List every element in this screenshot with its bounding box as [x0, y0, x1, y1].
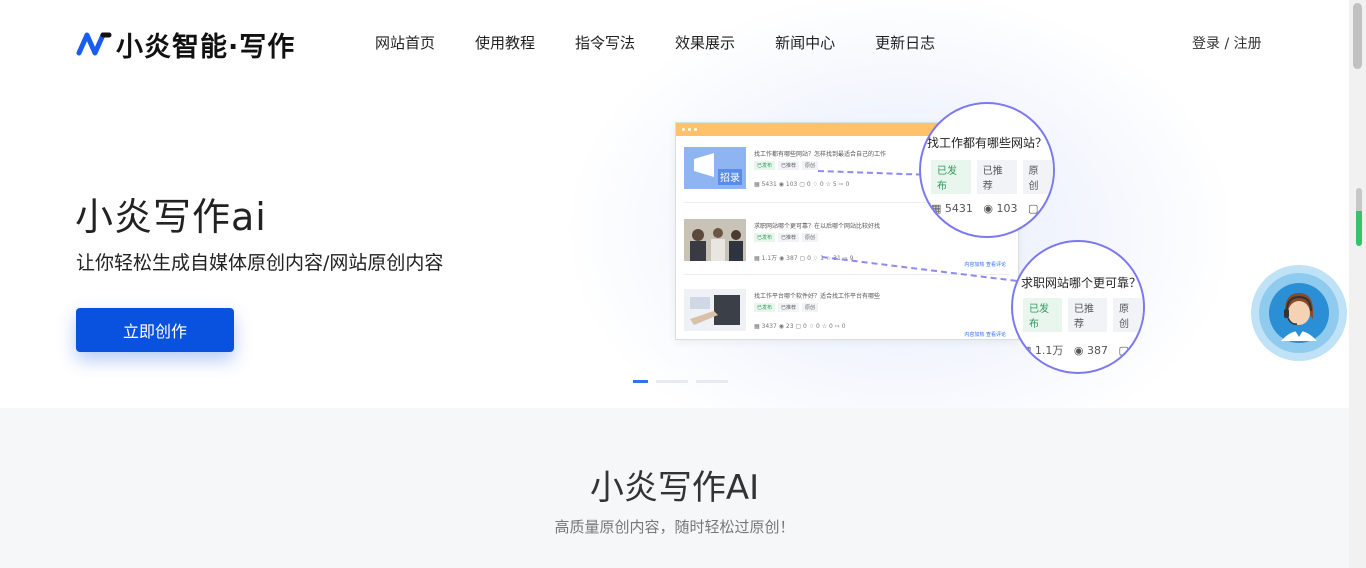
mock-article-title: 找工作都有哪些网站？怎样找到最适合自己的工作: [754, 151, 887, 158]
hero-subtitle: 让你轻松生成自媒体原创内容/网站原创内容: [76, 252, 444, 274]
site-header: 小炎智能·写作 网站首页 使用教程 指令写法 效果展示 新闻中心 更新日志 登录…: [0, 0, 1349, 86]
tag-published: 已发布: [1023, 298, 1062, 332]
reads-count: 387: [1087, 344, 1109, 357]
mock-article-tags: 已发布 已推荐 原创: [754, 233, 819, 242]
tag-published: 已发布: [754, 303, 776, 312]
hero-title: 小炎写作ai: [75, 195, 267, 239]
carousel-indicators: [633, 380, 728, 383]
mock-article-stats: ▦ 5431 ◉ 103 ▢ 0 ♢ 0 ☆ 5 ⇨ 0: [754, 181, 850, 188]
mock-article-title: 找工作平台哪个软件好？适合找工作平台有哪些: [754, 293, 881, 300]
logo-mark-icon: [76, 32, 112, 56]
comment-icon: ▢: [1118, 344, 1129, 357]
zoom-callout-2: 求职网站哪个更可靠？ 已发布 已推荐 原创 ▦ 1.1万 ◉ 387 ▢: [1011, 240, 1145, 374]
zoom-tags: 已发布 已推荐 原创: [931, 160, 1053, 194]
nav-home[interactable]: 网站首页: [375, 32, 435, 53]
mock-article-links: 内容加热 查看评论: [964, 332, 1006, 338]
headset-agent-icon: [1269, 283, 1329, 343]
carousel-dot-1[interactable]: [633, 380, 648, 383]
zoom-title: 求职网站哪个更可靠？: [1021, 276, 1142, 290]
hero-section: 小炎智能·写作 网站首页 使用教程 指令写法 效果展示 新闻中心 更新日志 登录…: [0, 0, 1349, 408]
eye-icon: ◉: [1073, 344, 1084, 357]
tag-original: 原创: [802, 161, 819, 170]
start-creating-button[interactable]: 立即创作: [76, 308, 234, 352]
login-register-link[interactable]: 登录 / 注册: [1192, 33, 1262, 53]
mock-article-tags: 已发布 已推荐 原创: [754, 303, 819, 312]
mock-article-title: 求职网站哪个更可靠？在以后哪个网站比较好找: [754, 223, 881, 230]
mock-article-tags: 已发布 已推荐 原创: [754, 161, 819, 170]
scrollbar-thumb[interactable]: [1353, 3, 1362, 69]
tag-published: 已发布: [754, 161, 776, 170]
tag-recommended: 已推荐: [1068, 298, 1107, 332]
svg-text:招录: 招录: [720, 171, 740, 184]
logo-text: 小炎智能·写作: [116, 31, 296, 63]
views-icon: ▦: [1021, 344, 1032, 357]
zoom-title: 找工作都有哪些网站？: [927, 136, 1048, 150]
page: 小炎智能·写作 网站首页 使用教程 指令写法 效果展示 新闻中心 更新日志 登录…: [0, 0, 1349, 568]
customer-support-button[interactable]: [1251, 265, 1347, 361]
tag-original: 原创: [802, 233, 819, 242]
support-avatar: [1259, 273, 1339, 353]
zoom-stats: ▦ 5431 ◉ 103 ▢: [931, 202, 1038, 215]
handshake-thumbnail-icon: [684, 289, 746, 331]
section-title: 小炎写作AI: [589, 468, 760, 508]
nav-tutorial[interactable]: 使用教程: [475, 32, 535, 53]
views-icon: ▦: [931, 202, 942, 215]
tag-original: 原创: [1022, 160, 1053, 194]
tag-original: 原创: [802, 303, 819, 312]
tag-published: 已发布: [931, 160, 971, 194]
comment-icon: ▢: [1028, 202, 1039, 215]
tag-recommended: 已推荐: [976, 160, 1017, 194]
views-count: 1.1万: [1034, 344, 1064, 357]
tag-recommended: 已推荐: [778, 233, 800, 242]
section-subtitle: 高质量原创内容，随时轻松过原创！: [554, 518, 795, 536]
zoom-tags: 已发布 已推荐 原创: [1023, 298, 1143, 332]
mock-article-stats: ▦ 3437 ◉ 23 ▢ 0 ♢ 0 ☆ 0 ⇨ 0: [754, 323, 846, 330]
main-nav: 网站首页 使用教程 指令写法 效果展示 新闻中心 更新日志: [375, 32, 935, 53]
views-count: 5431: [944, 202, 973, 215]
carousel-dot-3[interactable]: [696, 380, 728, 383]
intro-section: 小炎写作AI 高质量原创内容，随时轻松过原创！: [0, 408, 1349, 568]
zoom-callout-1: 找工作都有哪些网站？ 已发布 已推荐 原创 ▦ 5431 ◉ 103 ▢: [919, 102, 1055, 238]
zoom-stats: ▦ 1.1万 ◉ 387 ▢: [1021, 342, 1129, 358]
nav-news[interactable]: 新闻中心: [775, 32, 835, 53]
logo[interactable]: 小炎智能·写作: [76, 27, 296, 63]
mock-article-row: 找工作平台哪个软件好？适合找工作平台有哪些 已发布 已推荐 原创 ▦ 3437 …: [684, 285, 1010, 345]
interview-thumbnail-icon: [684, 219, 746, 261]
nav-showcase[interactable]: 效果展示: [675, 32, 735, 53]
page-scrollbar[interactable]: [1349, 0, 1366, 568]
tag-recommended: 已推荐: [778, 303, 800, 312]
nav-changelog[interactable]: 更新日志: [875, 32, 935, 53]
eye-icon: ◉: [983, 202, 994, 215]
tag-recommended: 已推荐: [778, 161, 800, 170]
nav-commands[interactable]: 指令写法: [575, 32, 635, 53]
mock-article-links: 内容加热 查看评论: [964, 262, 1006, 268]
tag-original: 原创: [1113, 298, 1143, 332]
side-progress-indicator: [1356, 188, 1362, 246]
reads-count: 103: [996, 202, 1018, 215]
carousel-dot-2[interactable]: [656, 380, 688, 383]
megaphone-thumbnail-icon: 招录: [684, 147, 746, 189]
tag-published: 已发布: [754, 233, 776, 242]
